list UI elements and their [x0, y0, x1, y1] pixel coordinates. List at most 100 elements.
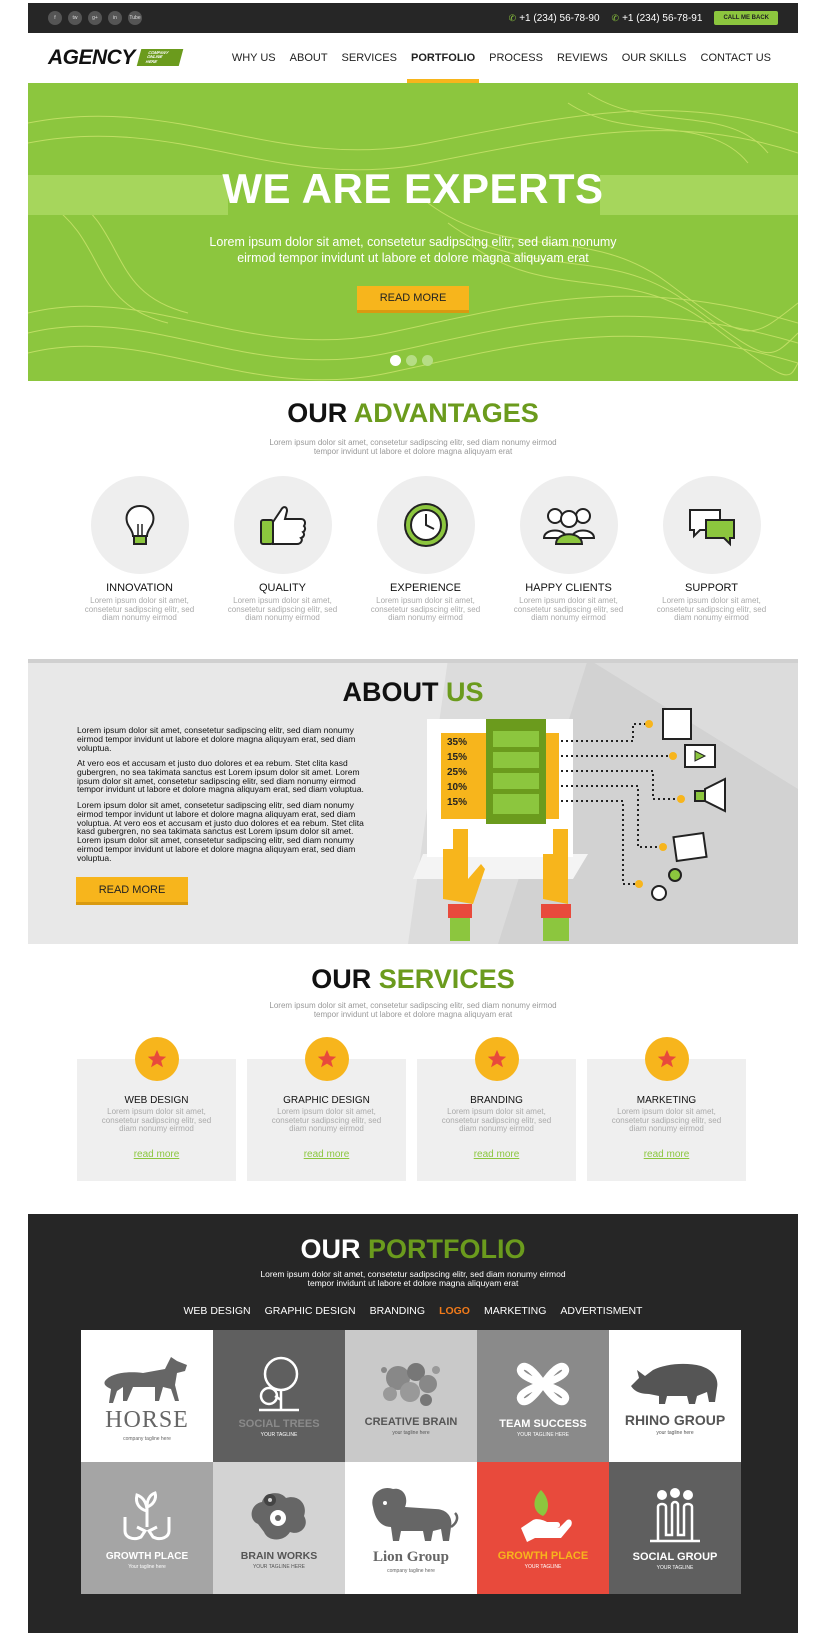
- advantage-quality: QUALITY Lorem ipsum dolor sit amet, cons…: [211, 476, 354, 623]
- brain-gear-icon: [251, 1493, 306, 1540]
- tile-name: GROWTH PLACE: [105, 1550, 189, 1562]
- filter-advertisment[interactable]: ADVERTISMENT: [560, 1305, 642, 1317]
- advantage-text: Lorem ipsum dolor sit amet, consetetur s…: [84, 596, 195, 622]
- portfolio-tile-horse[interactable]: HORSE company tagline here: [81, 1330, 213, 1462]
- tile-tagline: your tagline here: [656, 1430, 694, 1436]
- hero-subtitle-line1: Lorem ipsum dolor sit amet, consetetur s…: [209, 235, 617, 249]
- tile-name: HORSE: [105, 1406, 189, 1433]
- youtube-icon[interactable]: Tube: [128, 11, 142, 25]
- advantages-title-b: ADVANTAGES: [353, 398, 539, 428]
- portfolio-tile-social-group[interactable]: SOCIAL GROUP YOUR TAGLINE: [609, 1462, 741, 1594]
- advantage-text: Lorem ipsum dolor sit amet, consetetur s…: [227, 596, 338, 622]
- portfolio-filters: WEB DESIGN GRAPHIC DESIGN BRANDING LOGO …: [28, 1305, 798, 1317]
- service-title: BRANDING: [470, 1095, 523, 1106]
- advantage-title: SUPPORT: [685, 582, 738, 594]
- thumbs-up-icon: [259, 506, 306, 545]
- nav-our-skills[interactable]: OUR SKILLS: [615, 33, 694, 83]
- nav-portfolio[interactable]: PORTFOLIO: [404, 33, 482, 83]
- people-group-icon: [650, 1488, 700, 1543]
- logo[interactable]: AGENCY: [48, 46, 135, 70]
- services-section: OUR SERVICES Lorem ipsum dolor sit amet,…: [28, 944, 798, 1214]
- google-plus-icon[interactable]: g+: [88, 11, 102, 25]
- chat-bubbles-icon: [688, 509, 735, 547]
- star-badge: [305, 1037, 349, 1081]
- advantages-subtitle-line1: Lorem ipsum dolor sit amet, consetetur s…: [269, 438, 557, 447]
- service-read-more-link[interactable]: read more: [587, 1149, 746, 1160]
- advantage-innovation: INNOVATION Lorem ipsum dolor sit amet, c…: [68, 476, 211, 623]
- portfolio-tile-growth-place[interactable]: GROWTH PLACE Your tagline here: [81, 1462, 213, 1594]
- advantages-list: INNOVATION Lorem ipsum dolor sit amet, c…: [68, 476, 783, 623]
- portfolio-title-a: OUR: [300, 1234, 361, 1264]
- people-icon: [542, 508, 595, 545]
- nav-why-us[interactable]: WHY US: [225, 33, 283, 83]
- portfolio-section: OUR PORTFOLIO Lorem ipsum dolor sit amet…: [28, 1214, 798, 1633]
- advantage-title: QUALITY: [258, 582, 307, 594]
- percentage-5: 15%: [447, 797, 467, 808]
- service-card-graphic-design: GRAPHIC DESIGN Lorem ipsum dolor sit ame…: [247, 1037, 406, 1181]
- nav-about[interactable]: ABOUT: [283, 33, 335, 83]
- service-text: Lorem ipsum dolor sit amet, consetetur s…: [441, 1107, 552, 1133]
- advantages-title-a: OUR: [287, 398, 348, 428]
- service-card-marketing: MARKETING Lorem ipsum dolor sit amet, co…: [587, 1037, 746, 1181]
- percentage-1: 35%: [447, 737, 467, 748]
- tile-tagline: Your tagline here: [128, 1563, 166, 1570]
- filter-graphic-design[interactable]: GRAPHIC DESIGN: [265, 1305, 356, 1317]
- slider-dot-3[interactable]: [422, 355, 433, 366]
- service-read-more-link[interactable]: read more: [77, 1149, 236, 1160]
- percentage-3: 25%: [447, 767, 467, 778]
- service-title: GRAPHIC DESIGN: [283, 1095, 370, 1106]
- tile-tagline: company tagline here: [123, 1435, 171, 1442]
- service-card-web-design: WEB DESIGN Lorem ipsum dolor sit amet, c…: [77, 1037, 236, 1181]
- phone-1[interactable]: ✆ +1 (234) 56-78-90: [509, 13, 600, 24]
- portfolio-tile-brain-works[interactable]: BRAIN WORKS YOUR TAGLINE HERE: [213, 1462, 345, 1594]
- header: AGENCY COMPANY ONLINE HERE WHY US ABOUT …: [28, 33, 798, 83]
- tree-icon: [259, 1356, 299, 1412]
- advantage-happy-clients: HAPPY CLIENTS Lorem ipsum dolor sit amet…: [497, 476, 640, 623]
- advantage-icon-circle: [662, 476, 761, 574]
- nav-process[interactable]: PROCESS: [482, 33, 550, 83]
- phone-2[interactable]: ✆ +1 (234) 56-78-91: [612, 13, 703, 24]
- portfolio-tile-lion-group[interactable]: Lion Group company tagline here: [345, 1462, 477, 1594]
- hand-leaf-icon: [521, 1490, 572, 1542]
- service-read-more-link[interactable]: read more: [417, 1149, 576, 1160]
- filter-logo[interactable]: LOGO: [439, 1305, 470, 1317]
- star-icon: [147, 1049, 167, 1068]
- advantages-subtitle: Lorem ipsum dolor sit amet, consetetur s…: [218, 438, 608, 456]
- portfolio-tile-team-success[interactable]: TEAM SUCCESS YOUR TAGLINE HERE: [477, 1330, 609, 1462]
- tile-name: CREATIVE BRAIN: [364, 1416, 458, 1428]
- service-title: MARKETING: [636, 1095, 697, 1106]
- about-paragraph-1: Lorem ipsum dolor sit amet, consetetur s…: [77, 725, 356, 753]
- twitter-icon[interactable]: tw: [68, 11, 82, 25]
- image-frame-icon: [672, 831, 708, 863]
- filter-web-design[interactable]: WEB DESIGN: [184, 1305, 251, 1317]
- phone-2-number: +1 (234) 56-78-91: [622, 12, 703, 24]
- contact-area: ✆ +1 (234) 56-78-90 ✆ +1 (234) 56-78-91 CA…: [509, 11, 778, 25]
- advantage-icon-circle: [519, 476, 618, 574]
- about-read-more-button[interactable]: READ MORE: [76, 877, 188, 905]
- slider-dot-2[interactable]: [406, 355, 417, 366]
- filter-branding[interactable]: BRANDING: [370, 1305, 425, 1317]
- slider-dots: [390, 355, 438, 366]
- linkedin-icon[interactable]: in: [108, 11, 122, 25]
- nav-services[interactable]: SERVICES: [335, 33, 404, 83]
- portfolio-title-b: PORTFOLIO: [368, 1234, 526, 1264]
- nav-contact-us[interactable]: CONTACT US: [694, 33, 779, 83]
- hands-plant-icon: [123, 1490, 171, 1540]
- advantage-icon-circle: [233, 476, 332, 574]
- call-me-back-button[interactable]: CALL ME BACK: [714, 11, 778, 25]
- hero-read-more-button[interactable]: READ MORE: [357, 286, 469, 313]
- bubbles-brain-icon: [381, 1363, 440, 1406]
- nav-reviews[interactable]: REVIEWS: [550, 33, 615, 83]
- filter-marketing[interactable]: MARKETING: [484, 1305, 546, 1317]
- star-badge: [475, 1037, 519, 1081]
- portfolio-tile-creative-brain[interactable]: CREATIVE BRAIN your tagline here: [345, 1330, 477, 1462]
- service-read-more-link[interactable]: read more: [247, 1149, 406, 1160]
- top-bar: f tw g+ in Tube ✆ +1 (234) 56-78-90 ✆ +1 (…: [28, 3, 798, 33]
- facebook-icon[interactable]: f: [48, 11, 62, 25]
- tile-tagline: your tagline here: [392, 1430, 430, 1436]
- slider-dot-1[interactable]: [390, 355, 401, 366]
- portfolio-tile-rhino-group[interactable]: RHINO GROUP your tagline here: [609, 1330, 741, 1462]
- portfolio-tile-growth-place-red[interactable]: GROWTH PLACE YOUR TAGLINE: [477, 1462, 609, 1594]
- portfolio-tile-social-trees[interactable]: SOCIAL TREES YOUR TAGLINE: [213, 1330, 345, 1462]
- tile-name: GROWTH PLACE: [497, 1550, 589, 1562]
